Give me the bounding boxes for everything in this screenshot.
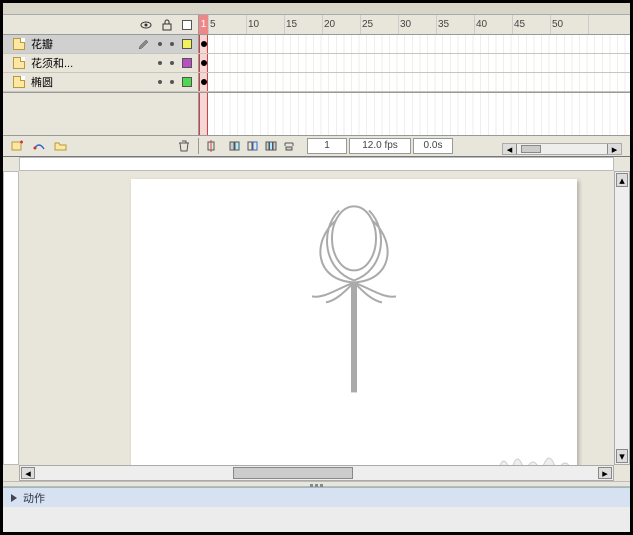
lock-dot[interactable] bbox=[170, 42, 174, 46]
ruler-frame[interactable]: 50 bbox=[551, 15, 589, 34]
new-motion-guide-button[interactable] bbox=[31, 138, 47, 154]
outline-icon[interactable] bbox=[182, 20, 192, 30]
layer-list: 花瓣 花须和... bbox=[3, 35, 630, 93]
layer-track[interactable] bbox=[199, 73, 630, 91]
ruler-frame[interactable]: 15 bbox=[285, 15, 323, 34]
horizontal-ruler bbox=[19, 157, 614, 171]
horizontal-scrollbar[interactable]: ◂ ▸ bbox=[19, 465, 614, 481]
delete-layer-button[interactable] bbox=[176, 138, 192, 154]
scroll-left-icon[interactable]: ◂ bbox=[21, 467, 35, 479]
layer-row[interactable]: 椭圆 bbox=[3, 73, 630, 92]
ruler-frame[interactable]: 25 bbox=[361, 15, 399, 34]
timeline-scrollbar[interactable]: ◂ ▸ bbox=[502, 143, 622, 155]
layer-label[interactable]: 花瓣 bbox=[3, 35, 199, 53]
layer-page-icon bbox=[13, 57, 25, 69]
timeline-empty-area bbox=[3, 93, 630, 135]
layer-row[interactable]: 花须和... bbox=[3, 54, 630, 73]
stage-area: ◂ ▸ ▴ ▾ bbox=[3, 157, 630, 481]
ruler-frame-1[interactable]: 1 bbox=[199, 15, 209, 34]
layer-track[interactable] bbox=[199, 35, 630, 53]
flower-drawing bbox=[294, 190, 414, 410]
scroll-up-icon[interactable]: ▴ bbox=[616, 173, 628, 187]
eye-icon[interactable] bbox=[140, 19, 152, 31]
visibility-dot[interactable] bbox=[158, 61, 162, 65]
edit-multiple-frames-button[interactable] bbox=[263, 138, 279, 154]
document-tab-strip bbox=[3, 3, 630, 15]
center-frame-button[interactable] bbox=[203, 138, 219, 154]
layer-page-icon bbox=[13, 76, 25, 88]
layer-name: 花瓣 bbox=[31, 36, 53, 52]
ruler-frame[interactable]: 35 bbox=[437, 15, 475, 34]
visibility-dot[interactable] bbox=[158, 42, 162, 46]
lock-icon[interactable] bbox=[162, 19, 172, 31]
layer-column-header bbox=[3, 15, 199, 34]
application-window: 1 5 10 15 20 25 30 35 40 45 50 花瓣 bbox=[0, 0, 633, 535]
vertical-scrollbar[interactable]: ▴ ▾ bbox=[614, 171, 630, 465]
lock-dot[interactable] bbox=[170, 80, 174, 84]
scrollbar-thumb[interactable] bbox=[233, 467, 353, 479]
scrollbar-thumb[interactable] bbox=[521, 145, 541, 153]
panel-splitter[interactable] bbox=[3, 481, 630, 487]
layer-color-swatch[interactable] bbox=[182, 39, 192, 49]
actions-panel-header[interactable]: 动作 bbox=[3, 487, 630, 507]
vertical-ruler bbox=[3, 171, 19, 465]
scroll-right-icon[interactable]: ▸ bbox=[598, 467, 612, 479]
ruler-frame[interactable]: 20 bbox=[323, 15, 361, 34]
layer-label[interactable]: 花须和... bbox=[3, 54, 199, 72]
scroll-down-icon[interactable]: ▾ bbox=[616, 449, 628, 463]
ruler-frame[interactable]: 5 bbox=[209, 15, 247, 34]
new-folder-button[interactable] bbox=[53, 138, 69, 154]
keyframe-icon[interactable] bbox=[201, 79, 207, 85]
new-layer-button[interactable] bbox=[9, 138, 25, 154]
scroll-left-icon[interactable]: ◂ bbox=[503, 144, 517, 154]
current-frame-display: 1 bbox=[307, 138, 347, 154]
timeline-footer: 1 12.0 fps 0.0s ◂ ▸ bbox=[3, 135, 630, 157]
lock-dot[interactable] bbox=[170, 61, 174, 65]
fps-display: 12.0 fps bbox=[349, 138, 411, 154]
layer-row[interactable]: 花瓣 bbox=[3, 35, 630, 54]
layer-name: 花须和... bbox=[31, 55, 73, 71]
layer-label[interactable]: 椭圆 bbox=[3, 73, 199, 91]
visibility-dot[interactable] bbox=[158, 80, 162, 84]
onion-outline-button[interactable] bbox=[245, 138, 261, 154]
expand-triangle-icon[interactable] bbox=[11, 494, 17, 502]
ruler-frame[interactable]: 30 bbox=[399, 15, 437, 34]
onion-markers-button[interactable] bbox=[281, 138, 297, 154]
pencil-icon bbox=[138, 38, 150, 50]
layer-name: 椭圆 bbox=[31, 74, 53, 90]
ruler-frame[interactable]: 40 bbox=[475, 15, 513, 34]
layer-page-icon bbox=[13, 38, 25, 50]
timeline-panel: 1 5 10 15 20 25 30 35 40 45 50 花瓣 bbox=[3, 15, 630, 157]
layer-color-swatch[interactable] bbox=[182, 58, 192, 68]
timeline-header: 1 5 10 15 20 25 30 35 40 45 50 bbox=[3, 15, 630, 35]
ruler-frame[interactable]: 45 bbox=[513, 15, 551, 34]
panel-title-label: 动作 bbox=[23, 490, 45, 506]
layer-color-swatch[interactable] bbox=[182, 77, 192, 87]
canvas[interactable] bbox=[131, 179, 577, 465]
elapsed-time-display: 0.0s bbox=[413, 138, 453, 154]
scroll-right-icon[interactable]: ▸ bbox=[607, 144, 621, 154]
keyframe-icon[interactable] bbox=[201, 41, 207, 47]
stage-viewport[interactable] bbox=[19, 171, 614, 465]
frame-ruler[interactable]: 1 5 10 15 20 25 30 35 40 45 50 bbox=[199, 15, 630, 34]
onion-skin-button[interactable] bbox=[227, 138, 243, 154]
grass-drawing bbox=[493, 437, 583, 465]
keyframe-icon[interactable] bbox=[201, 60, 207, 66]
ruler-frame[interactable]: 10 bbox=[247, 15, 285, 34]
layer-track[interactable] bbox=[199, 54, 630, 72]
